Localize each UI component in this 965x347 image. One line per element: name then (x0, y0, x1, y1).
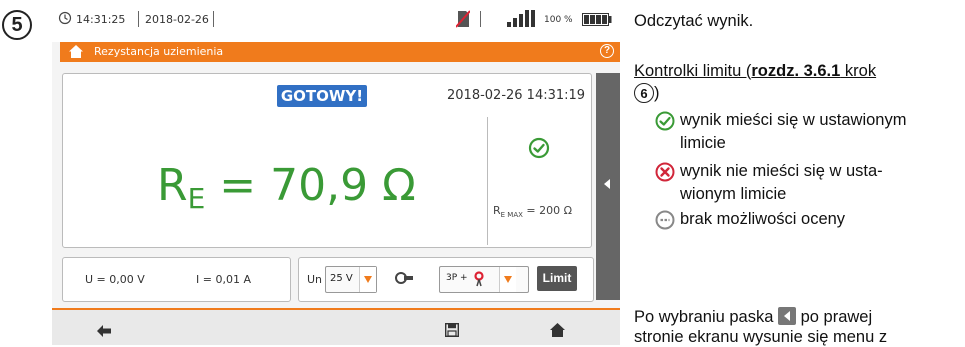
legend-fail-line1: wynik nie mieści się w usta- (680, 162, 883, 180)
legend-fail-line2: wionym limicie (680, 185, 787, 203)
limit-heading-step: 6) (634, 83, 660, 103)
result-panel: GOTOWY! 2018-02-26 14:31:19 RE = 70,9 Ω … (62, 73, 592, 248)
bottom-toolbar (52, 308, 620, 345)
paragraph-line1: Po wybraniu paska po prawej (634, 307, 873, 326)
limit-button[interactable]: Limit (537, 266, 577, 291)
no-sd-card-icon (456, 10, 470, 28)
un-label: Un (307, 273, 323, 286)
save-icon[interactable] (445, 323, 459, 337)
limit-text: = 200 Ω (522, 204, 573, 217)
result-subscript: E (187, 182, 206, 215)
home-icon[interactable] (68, 44, 84, 59)
status-bar: 14:31:25 2018-02-26 100 % (52, 0, 620, 42)
signal-icon (507, 10, 535, 27)
step-number: 5 (2, 10, 32, 40)
voltage-reading: U = 0,00 V (85, 273, 145, 286)
instruction-text: Odczytać wynik. (634, 12, 754, 30)
limit-subscript: E MAX (500, 211, 523, 220)
limit-symbol: R (493, 204, 501, 217)
limit-value: RE MAX = 200 Ω (493, 204, 572, 219)
clamp-icon (395, 272, 413, 284)
screen-title: Rezystancja uziemienia (94, 45, 224, 58)
result-symbol: R (157, 160, 188, 211)
legend-ok-line1: wynik mieści się w ustawionym (680, 111, 907, 129)
legend-none-text: brak możliwości oceny (680, 210, 846, 228)
status-date: 2018-02-26 (145, 13, 209, 26)
ready-badge: GOTOWY! (277, 85, 367, 107)
current-reading: I = 0,01 A (196, 273, 251, 286)
back-arrow-icon[interactable] (97, 325, 111, 337)
dropdown-arrow-icon (499, 267, 516, 292)
dropdown-arrow-icon (359, 267, 376, 292)
un-value: 25 V (330, 273, 353, 284)
paragraph-line2: stronie ekranu wysunie się menu z (634, 328, 888, 346)
meter-screen: 14:31:25 2018-02-26 100 % Rezystancja uz… (52, 0, 620, 345)
limit-ok-icon (528, 137, 550, 159)
help-icon[interactable]: ? (600, 44, 614, 58)
side-menu-tab[interactable] (596, 73, 620, 300)
probe-icon (474, 271, 484, 287)
settings-box: Un 25 V 3P + Limit (298, 257, 594, 302)
battery-icon (582, 13, 612, 26)
readings-box: U = 0,00 V I = 0,01 A (62, 257, 291, 302)
mode-value: 3P + (446, 273, 468, 283)
title-bar: Rezystancja uziemienia ? (60, 42, 620, 62)
status-time: 14:31:25 (76, 13, 126, 26)
measurement-mode-select[interactable]: 3P + (439, 266, 529, 293)
un-voltage-select[interactable]: 25 V (325, 266, 377, 293)
result-value: = 70,9 Ω (205, 160, 416, 211)
limit-none-icon (655, 210, 675, 230)
home-icon[interactable] (550, 323, 565, 337)
limit-fail-icon (655, 162, 675, 182)
limit-heading: Kontrolki limitu (rozdz. 3.6.1 krok (634, 62, 877, 80)
battery-percent: 100 % (544, 15, 573, 25)
main-result: RE = 70,9 Ω (157, 160, 416, 215)
arrow-left-icon (778, 307, 797, 325)
panel-divider (487, 117, 488, 245)
legend-ok-line2: limicie (680, 134, 726, 152)
limit-ok-icon (655, 111, 675, 131)
arrow-left-icon (604, 179, 610, 189)
measurement-datetime: 2018-02-26 14:31:19 (447, 88, 586, 103)
clock-icon (58, 11, 72, 25)
